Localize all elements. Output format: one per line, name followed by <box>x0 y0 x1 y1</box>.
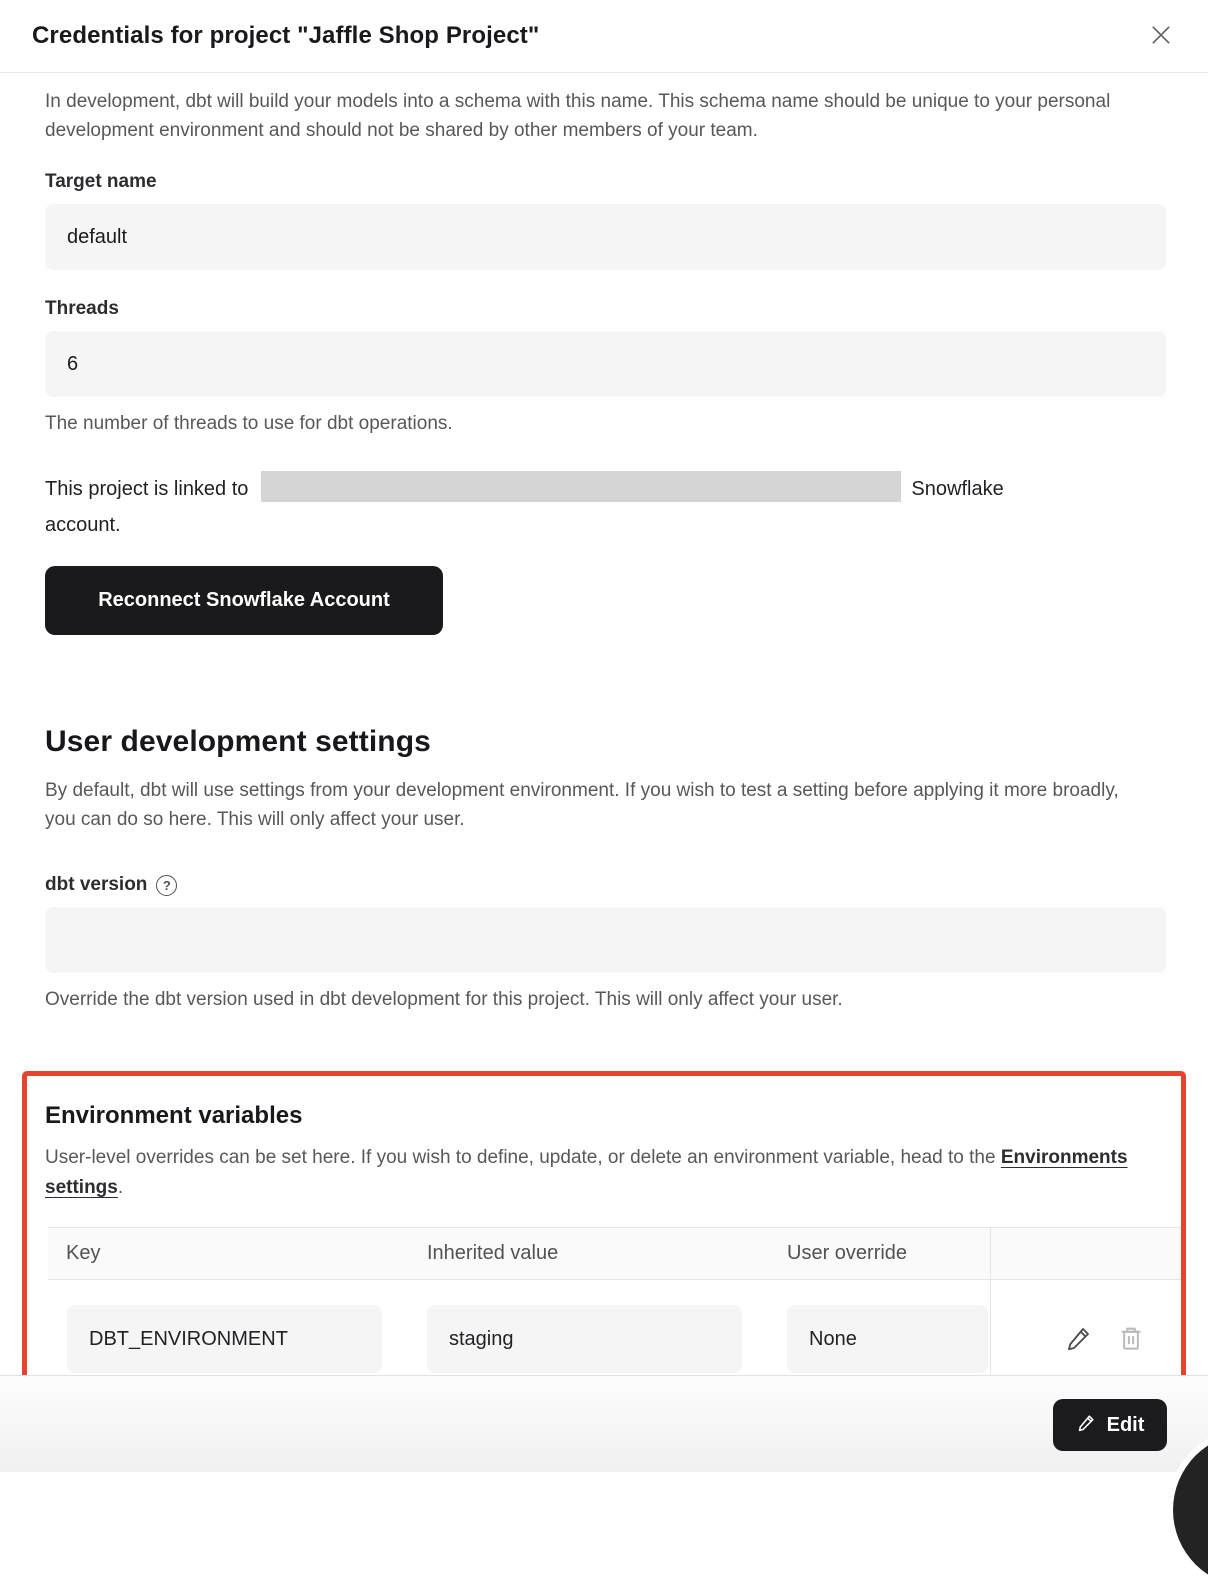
column-header-key: Key <box>48 1242 427 1265</box>
env-vars-description: User-level overrides can be set here. If… <box>45 1143 1165 1203</box>
close-icon <box>1147 21 1175 52</box>
target-name-value: default <box>67 226 127 249</box>
edit-pencil-icon <box>1076 1412 1097 1439</box>
close-button[interactable] <box>1144 19 1178 53</box>
edit-button[interactable]: Edit <box>1053 1399 1167 1451</box>
threads-help-text: The number of threads to use for dbt ope… <box>45 413 1166 435</box>
threads-field[interactable]: 6 <box>45 331 1166 397</box>
env-vars-description-period: . <box>118 1177 123 1198</box>
modal-header: Credentials for project "Jaffle Shop Pro… <box>0 0 1208 73</box>
dbt-version-help-text: Override the dbt version used in dbt dev… <box>45 989 1166 1011</box>
dbt-version-field[interactable] <box>45 907 1166 973</box>
linked-account-text-after: Snowflake <box>911 478 1003 500</box>
help-icon[interactable]: ? <box>156 875 177 896</box>
modal-footer: Edit <box>0 1375 1208 1472</box>
linked-account-text: This project is linked to Snowflake accou… <box>45 471 1166 543</box>
help-fab-partial[interactable] <box>1173 1433 1208 1587</box>
dbt-version-label: dbt version <box>45 874 147 896</box>
user-dev-settings-description: By default, dbt will use settings from y… <box>45 776 1125 834</box>
target-name-label: Target name <box>45 171 1166 193</box>
env-var-inherited-value-cell: staging <box>427 1305 742 1373</box>
pencil-icon <box>1064 1323 1094 1356</box>
linked-account-text-before: This project is linked to <box>45 478 248 500</box>
trash-icon <box>1116 1323 1146 1356</box>
env-vars-description-text: User-level overrides can be set here. If… <box>45 1147 1001 1168</box>
threads-value: 6 <box>67 353 78 376</box>
env-vars-heading: Environment variables <box>45 1102 1173 1130</box>
redacted-account-name <box>261 471 901 502</box>
edit-row-button[interactable] <box>1064 1323 1094 1356</box>
env-var-user-override-cell: None <box>787 1305 988 1373</box>
modal-body: In development, dbt will build your mode… <box>0 73 1208 1429</box>
modal-title: Credentials for project "Jaffle Shop Pro… <box>32 22 539 50</box>
target-name-field[interactable]: default <box>45 204 1166 270</box>
reconnect-snowflake-button[interactable]: Reconnect Snowflake Account <box>45 566 443 635</box>
env-var-key-cell: DBT_ENVIRONMENT <box>67 1305 382 1373</box>
user-dev-settings-heading: User development settings <box>45 725 1166 759</box>
delete-row-button[interactable] <box>1116 1323 1146 1356</box>
table-header-row: Key Inherited value User override <box>48 1228 1181 1280</box>
schema-description: In development, dbt will build your mode… <box>45 87 1166 145</box>
column-header-user-override: User override <box>787 1242 990 1265</box>
threads-label: Threads <box>45 298 1166 320</box>
linked-account-text-line2: account. <box>45 507 1166 543</box>
column-header-inherited-value: Inherited value <box>427 1242 787 1265</box>
edit-button-label: Edit <box>1107 1414 1145 1437</box>
